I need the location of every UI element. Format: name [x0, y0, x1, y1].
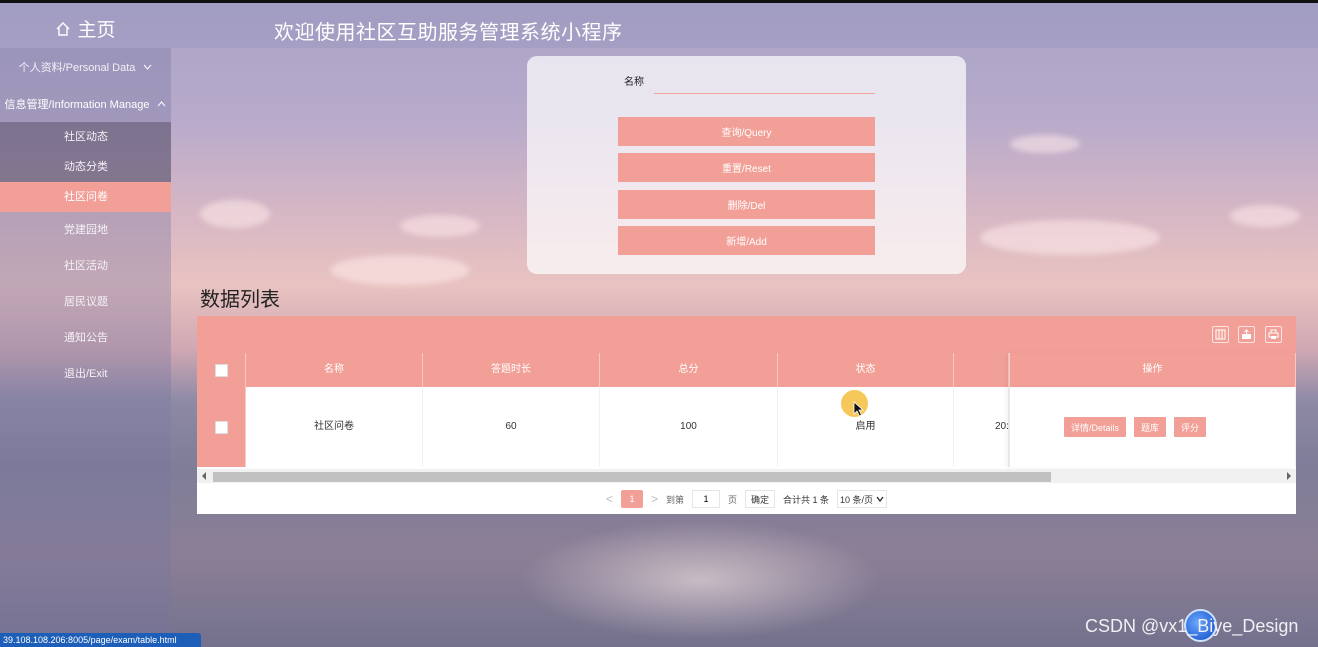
submenu: 社区动态 动态分类 社区问卷 党建园地 社区活动 居民议题 通知公告 退出/Ex…	[0, 122, 171, 392]
home-link[interactable]: 主页	[0, 6, 171, 51]
column-header-name[interactable]: 名称	[246, 353, 423, 387]
home-label: 主页	[77, 20, 116, 41]
goto-label: 到第	[665, 494, 684, 505]
sidebar-item-notice[interactable]: 通知公告	[0, 320, 171, 356]
scroll-right-icon[interactable]	[1287, 472, 1291, 480]
menu-group-label: 信息管理/Information Manage	[4, 98, 150, 111]
home-icon	[56, 21, 70, 36]
sidebar-item-party-building[interactable]: 党建园地	[0, 212, 171, 248]
search-panel: 名称 查询/Query 重置/Reset 删除/Del 新增/Add	[527, 56, 966, 274]
watermark: CSDN @vx1_Biye_Design	[1085, 616, 1299, 636]
export-icon	[1242, 329, 1251, 339]
chevron-up-icon	[158, 100, 166, 106]
row-checkbox[interactable]	[214, 420, 228, 434]
next-page-icon[interactable]: >	[651, 492, 658, 506]
scroll-left-icon[interactable]	[202, 472, 206, 480]
sidebar-item-resident-topics[interactable]: 居民议题	[0, 284, 171, 320]
reset-button[interactable]: 重置/Reset	[618, 153, 875, 182]
page-size-value: 10 条/页	[840, 494, 874, 505]
prev-page-icon[interactable]: <	[606, 492, 613, 506]
query-button[interactable]: 查询/Query	[618, 117, 875, 146]
columns-icon	[1215, 329, 1226, 340]
app-title: 欢迎使用社区互助服务管理系统小程序	[274, 22, 623, 44]
sidebar-item-exit[interactable]: 退出/Exit	[0, 356, 171, 392]
row-select-cell	[197, 387, 246, 467]
goto-confirm-button[interactable]: 确定	[745, 490, 776, 508]
print-icon	[1268, 329, 1279, 339]
grade-button[interactable]: 评分	[1174, 417, 1207, 437]
cell-actions: 详情/Details 题库 评分	[1009, 387, 1296, 467]
total-count: 合计共 1 条	[783, 494, 830, 505]
column-header-duration[interactable]: 答题时长	[423, 353, 600, 387]
sidebar-item-community-activity[interactable]: 社区活动	[0, 248, 171, 284]
menu-group-information-manage[interactable]: 信息管理/Information Manage	[0, 85, 171, 122]
select-all-checkbox[interactable]	[214, 363, 228, 377]
cell-duration: 60	[423, 387, 600, 467]
name-label: 名称	[624, 77, 644, 88]
data-table: 名称 答题时长 总分 状态 操作 社区问卷 60 100 启用 20: 详情/D…	[197, 316, 1296, 514]
cell-name: 社区问卷	[246, 387, 423, 467]
details-button[interactable]: 详情/Details	[1063, 417, 1126, 437]
page-size-select[interactable]: 10 条/页	[837, 490, 888, 508]
table-header: 名称 答题时长 总分 状态 操作	[197, 353, 1296, 387]
sidebar-item-community-survey[interactable]: 社区问卷	[0, 182, 171, 212]
cell-score: 100	[600, 387, 778, 467]
menu-group-personal-data[interactable]: 个人资料/Personal Data	[0, 48, 171, 85]
column-filter-button[interactable]	[1212, 326, 1229, 343]
column-header-actions: 操作	[1009, 353, 1296, 387]
column-header-score[interactable]: 总分	[600, 353, 778, 387]
top-bar: 主页 欢迎使用社区互助服务管理系统小程序	[0, 0, 1318, 48]
column-header-status[interactable]: 状态	[778, 353, 954, 387]
page-suffix: 页	[727, 494, 737, 505]
menu-group-label: 个人资料/Personal Data	[18, 61, 136, 74]
horizontal-scrollbar[interactable]	[197, 469, 1296, 483]
sidebar-item-news-category[interactable]: 动态分类	[0, 152, 171, 182]
select-all-cell	[197, 353, 246, 387]
column-header-time[interactable]	[954, 353, 1009, 387]
status-bar-url: 39.108.108.206:8005/page/exam/table.html	[0, 633, 201, 647]
add-button[interactable]: 新增/Add	[618, 226, 875, 255]
chevron-down-icon	[143, 64, 152, 70]
question-bank-button[interactable]: 题库	[1133, 417, 1166, 437]
pagination: < 1 > 到第 页 确定 合计共 1 条 10 条/页	[197, 488, 1296, 510]
chevron-down-icon	[876, 496, 884, 502]
table-toolbar	[197, 316, 1296, 353]
table-row: 社区问卷 60 100 启用 20: 详情/Details 题库 评分	[197, 387, 1296, 467]
delete-button[interactable]: 删除/Del	[618, 190, 875, 219]
cell-time: 20:	[954, 387, 1009, 467]
sidebar-item-community-news[interactable]: 社区动态	[0, 122, 171, 152]
list-title: 数据列表	[200, 289, 280, 311]
export-button[interactable]	[1238, 326, 1255, 343]
sidebar: 个人资料/Personal Data 信息管理/Information Mana…	[0, 48, 171, 647]
print-button[interactable]	[1265, 326, 1282, 343]
current-page[interactable]: 1	[620, 490, 643, 508]
name-input[interactable]	[654, 74, 875, 94]
mouse-cursor-icon	[853, 401, 865, 417]
scroll-thumb[interactable]	[213, 472, 1051, 482]
goto-page-input[interactable]	[691, 490, 720, 508]
